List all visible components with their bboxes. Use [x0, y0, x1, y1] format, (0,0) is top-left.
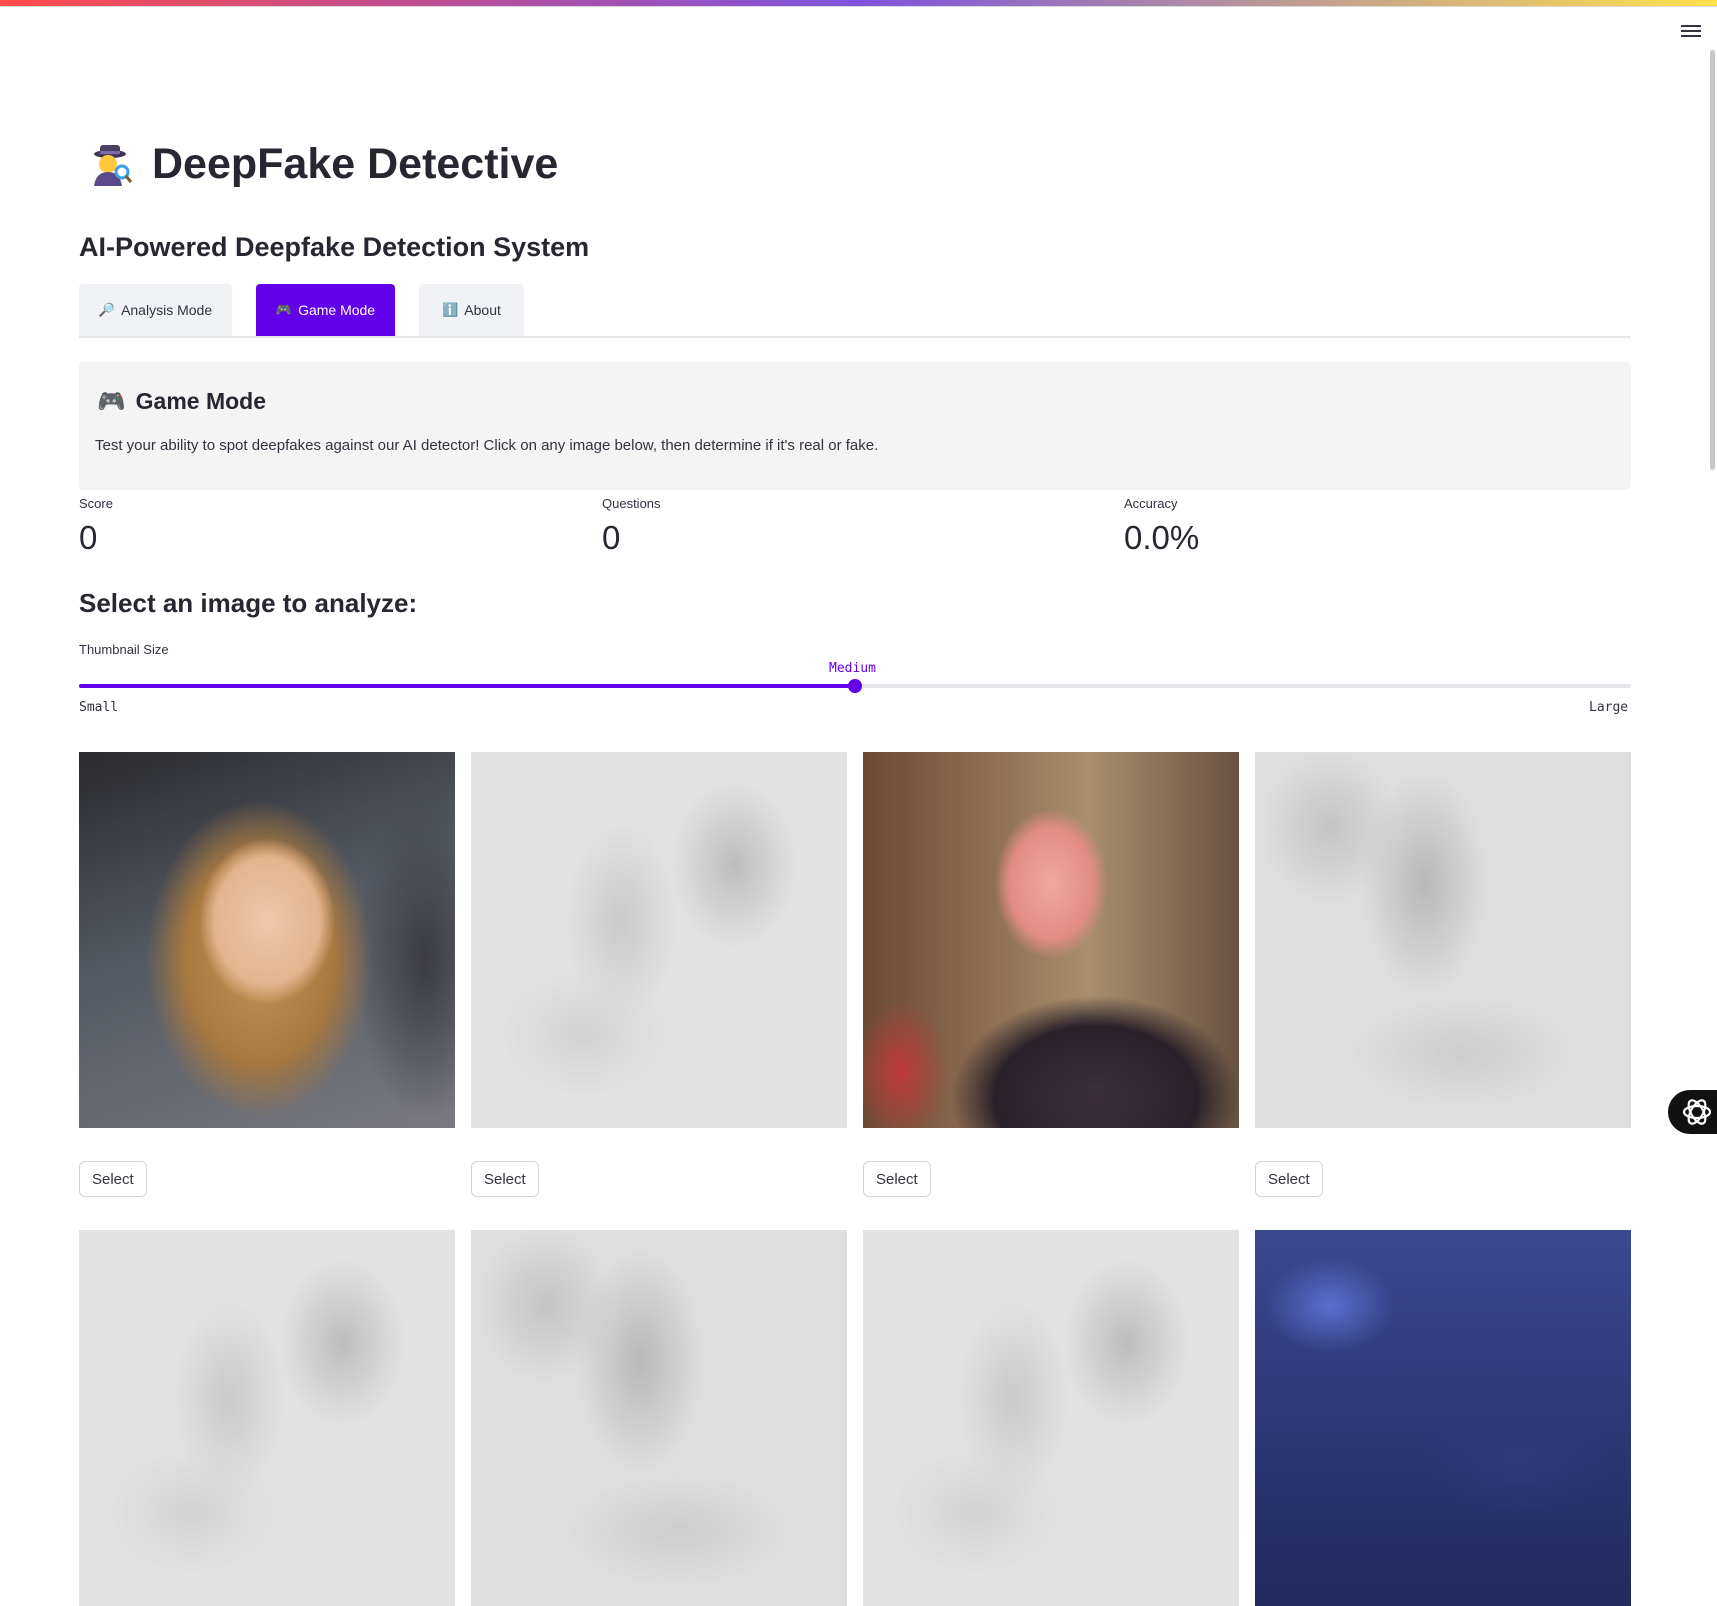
select-button[interactable]: Select	[79, 1161, 147, 1197]
tab-about[interactable]: ℹ️ About	[419, 284, 524, 336]
metric-accuracy: Accuracy 0.0%	[1124, 496, 1199, 557]
gallery-image[interactable]	[863, 1230, 1239, 1606]
openai-icon	[1682, 1099, 1712, 1125]
gallery-image[interactable]	[1255, 1230, 1631, 1606]
metric-value: 0	[602, 519, 621, 556]
page-title: DeepFake Detective	[86, 132, 558, 196]
metric-value: 0	[79, 519, 98, 556]
metric-label: Score	[79, 496, 113, 511]
game-mode-info-box: 🎮 Game Mode Test your ability to spot de…	[79, 362, 1631, 490]
title-text: DeepFake Detective	[152, 140, 559, 188]
select-button[interactable]: Select	[863, 1161, 931, 1197]
slider-value: Medium	[829, 661, 876, 676]
info-description: Test your ability to spot deepfakes agai…	[95, 437, 879, 454]
assistant-button[interactable]	[1668, 1090, 1717, 1134]
metric-label: Accuracy	[1124, 496, 1178, 511]
slider-fill	[79, 684, 855, 688]
section-heading: Select an image to analyze:	[79, 588, 418, 618]
page-subtitle: AI-Powered Deepfake Detection System	[79, 232, 590, 262]
slider-min-label: Small	[79, 700, 119, 715]
slider-label: Thumbnail Size	[79, 642, 169, 657]
info-icon: ℹ️	[442, 302, 459, 317]
scrollbar[interactable]	[1708, 10, 1717, 1273]
main-menu-icon[interactable]	[1681, 22, 1701, 40]
select-button[interactable]: Select	[471, 1161, 539, 1197]
detective-icon	[94, 145, 133, 186]
slider-handle[interactable]	[848, 679, 862, 693]
metric-value: 0.0%	[1124, 519, 1200, 556]
gallery-image[interactable]	[79, 1230, 455, 1606]
tab-game-mode[interactable]: 🎮 Game Mode	[256, 284, 395, 336]
tab-analysis-mode[interactable]: 🔎 Analysis Mode	[79, 284, 232, 336]
gallery-image[interactable]	[863, 752, 1239, 1128]
magnifier-icon: 🔎	[98, 302, 116, 317]
tab-label: Game Mode	[298, 302, 376, 318]
scrollbar-thumb[interactable]	[1710, 50, 1715, 470]
metric-label: Questions	[602, 496, 661, 511]
info-heading: 🎮 Game Mode	[97, 388, 266, 415]
thumbnail-size-slider[interactable]	[79, 679, 1631, 693]
top-decoration-bar	[0, 0, 1717, 7]
slider-max-label: Large	[1589, 700, 1629, 715]
info-heading-text: Game Mode	[135, 388, 267, 414]
tab-label: About	[464, 302, 501, 318]
metric-questions: Questions 0	[602, 496, 661, 557]
gallery-image[interactable]	[1255, 752, 1631, 1128]
gamepad-icon: 🎮	[97, 388, 126, 414]
gallery-image[interactable]	[471, 752, 847, 1128]
tab-label: Analysis Mode	[121, 302, 213, 318]
metric-score: Score 0	[79, 496, 113, 557]
gallery-image[interactable]	[471, 1230, 847, 1606]
select-button[interactable]: Select	[1255, 1161, 1323, 1197]
mode-tabs: 🔎 Analysis Mode 🎮 Game Mode ℹ️ About	[79, 284, 1631, 338]
gallery-image[interactable]	[79, 752, 455, 1128]
gamepad-icon: 🎮	[275, 302, 293, 317]
